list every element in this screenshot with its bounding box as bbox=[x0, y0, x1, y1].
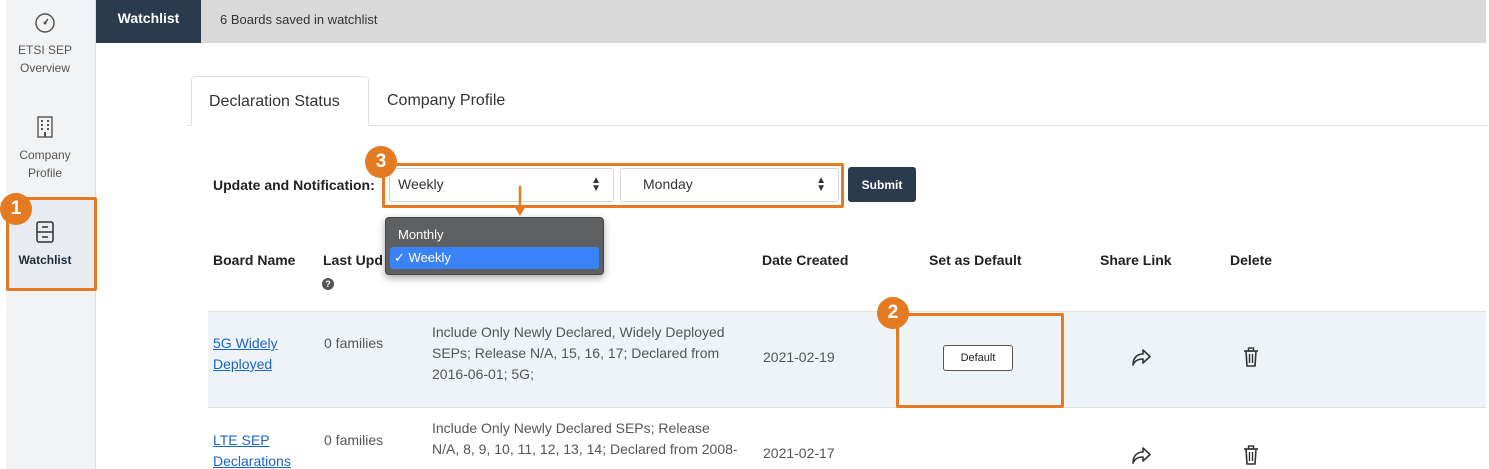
frequency-dropdown-menu: Monthly ✓ Weekly bbox=[385, 217, 604, 275]
families-count: 0 families bbox=[324, 432, 384, 448]
table-row: LTE SEP Declarations 0 families Include O… bbox=[208, 408, 1486, 469]
callout-highlight-notification bbox=[382, 163, 844, 208]
callout-badge: 3 bbox=[365, 146, 397, 178]
callout-arrow-icon bbox=[514, 186, 526, 216]
share-icon[interactable] bbox=[1130, 347, 1152, 372]
column-header-last-updated: Last Upd bbox=[323, 252, 383, 268]
column-header-delete: Delete bbox=[1230, 252, 1273, 268]
tab-declaration-status[interactable]: Declaration Status bbox=[191, 76, 369, 126]
dropdown-option-weekly[interactable]: ✓ Weekly bbox=[390, 247, 599, 269]
column-header-date-created: Date Created bbox=[762, 252, 849, 268]
board-description: Include Only Newly Declared SEPs; Releas… bbox=[432, 420, 738, 457]
column-header-board-name: Board Name bbox=[213, 252, 296, 268]
building-icon bbox=[0, 115, 90, 144]
sidebar-item-label: Company bbox=[19, 148, 71, 162]
table-row: 5G Widely Deployed 0 families Include Onl… bbox=[208, 311, 1486, 408]
sidebar-item-label: Overview bbox=[19, 61, 70, 75]
watchlist-count-status: 6 Boards saved in watchlist bbox=[220, 12, 378, 27]
sidebar-item-company-profile[interactable]: Company Profile bbox=[0, 115, 90, 182]
date-created: 2021-02-19 bbox=[763, 349, 835, 365]
trash-icon[interactable] bbox=[1243, 445, 1259, 469]
sidebar-item-etsi-sep-overview[interactable]: ETSI SEP Overview bbox=[0, 12, 90, 77]
speedometer-icon bbox=[0, 12, 90, 39]
trash-icon[interactable] bbox=[1243, 347, 1259, 372]
callout-highlight-default bbox=[896, 313, 1064, 408]
update-notification-label: Update and Notification: bbox=[213, 177, 375, 193]
sidebar-item-label: Profile bbox=[27, 166, 62, 180]
help-icon[interactable]: ? bbox=[322, 278, 334, 290]
header-watchlist-tab[interactable]: Watchlist bbox=[96, 0, 201, 43]
families-count: 0 families bbox=[324, 335, 384, 351]
share-icon[interactable] bbox=[1130, 445, 1152, 469]
callout-badge: 2 bbox=[877, 297, 909, 329]
column-header-set-default: Set as Default bbox=[929, 252, 1022, 268]
submit-button[interactable]: Submit bbox=[848, 167, 916, 202]
dropdown-option-label: Weekly bbox=[408, 250, 451, 265]
date-created: 2021-02-17 bbox=[763, 445, 835, 461]
board-name-link[interactable]: LTE SEP Declarations bbox=[213, 430, 291, 469]
sidebar-item-label: ETSI SEP bbox=[17, 43, 73, 57]
board-name-link[interactable]: 5G Widely Deployed bbox=[213, 333, 278, 375]
column-header-share-link: Share Link bbox=[1100, 252, 1172, 268]
callout-badge: 1 bbox=[0, 193, 32, 225]
tab-company-profile[interactable]: Company Profile bbox=[370, 76, 522, 126]
dropdown-option-monthly[interactable]: Monthly bbox=[390, 224, 599, 246]
checkmark-icon: ✓ bbox=[394, 250, 405, 265]
board-description: Include Only Newly Declared, Widely Depl… bbox=[432, 324, 725, 382]
